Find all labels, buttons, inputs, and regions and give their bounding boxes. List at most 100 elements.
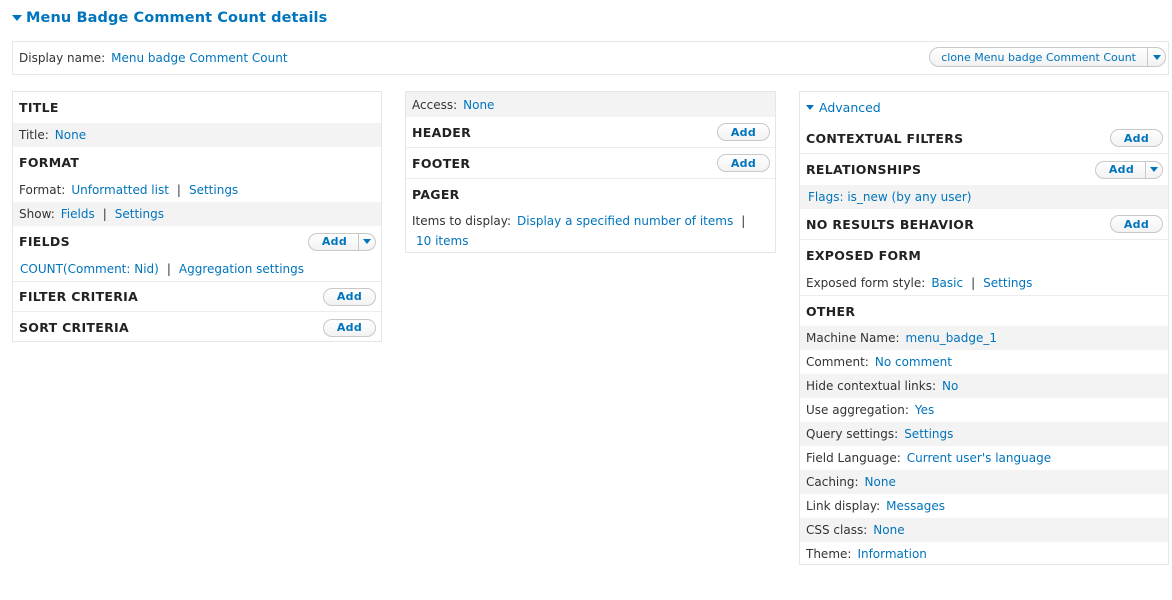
other-value-link[interactable]: menu_badge_1 [906, 331, 998, 345]
other-label: Comment: [806, 355, 869, 369]
details-heading[interactable]: Menu Badge Comment Count details [12, 10, 327, 26]
collapse-triangle-icon [12, 15, 22, 21]
contextual-filters-header: CONTEXTUAL FILTERS Add [800, 123, 1168, 154]
advanced-toggle[interactable]: Advanced [800, 92, 1168, 123]
exposed-form-value-link[interactable]: Basic [931, 276, 963, 290]
chevron-down-icon [1152, 54, 1161, 60]
collapse-triangle-icon [806, 105, 814, 110]
format-row: Format: Unformatted list | Settings [13, 178, 381, 202]
other-value-link[interactable]: No comment [875, 355, 952, 369]
title-section-header: TITLE [19, 100, 59, 115]
title-row: Title: None [13, 123, 381, 147]
relationship-item-link[interactable]: Flags: is_new (by any user) [808, 190, 971, 204]
exposed-form-settings-link[interactable]: Settings [983, 276, 1032, 290]
format-section-header: FORMAT [19, 155, 80, 170]
pager-count-row: 10 items [406, 232, 775, 250]
other-value-link[interactable]: Settings [904, 427, 953, 441]
other-label: Hide contextual links: [806, 379, 937, 393]
access-row: Access: None [406, 92, 775, 117]
contextual-add-button[interactable]: Add [1109, 129, 1163, 147]
other-label: Machine Name: [806, 331, 900, 345]
pager-label: Items to display: [412, 214, 512, 228]
show-value-link[interactable]: Fields [61, 207, 95, 221]
clone-dropdown-toggle[interactable] [1147, 48, 1165, 66]
pager-count-link[interactable]: 10 items [416, 234, 468, 248]
pager-value-link[interactable]: Display a specified number of items [517, 214, 733, 228]
display-name-link[interactable]: Menu badge Comment Count [111, 51, 287, 65]
fields-section-header: FIELDS Add [13, 226, 381, 257]
show-settings-link[interactable]: Settings [115, 207, 164, 221]
exposed-form-label: Exposed form style: [806, 276, 926, 290]
fields-add-label[interactable]: Add [309, 234, 358, 250]
other-label: Query settings: [806, 427, 899, 441]
other-label: Link display: [806, 499, 881, 513]
other-row: Theme: Information [800, 542, 1168, 566]
relationships-add-label[interactable]: Add [1096, 162, 1145, 178]
field-item-link[interactable]: COUNT(Comment: Nid) [20, 262, 159, 276]
exposed-form-row: Exposed form style: Basic | Settings [800, 271, 1168, 295]
separator: | [102, 207, 107, 221]
other-label: Caching: [806, 475, 859, 489]
other-row: Link display: Messages [800, 494, 1168, 518]
access-label: Access: [412, 97, 458, 112]
other-row: Caching: None [800, 470, 1168, 494]
other-row: Query settings: Settings [800, 422, 1168, 446]
show-row: Show: Fields | Settings [13, 202, 381, 226]
chevron-down-icon [363, 239, 371, 244]
relationship-item-row: Flags: is_new (by any user) [800, 185, 1168, 209]
clone-display-button-label[interactable]: clone Menu badge Comment Count [930, 48, 1147, 66]
advanced-label: Advanced [819, 100, 881, 115]
separator: | [741, 214, 746, 228]
display-name-label: Display name: [19, 51, 106, 65]
display-name-bar: Display name: Menu badge Comment Count c… [12, 41, 1169, 75]
left-column: TITLE Title: None FORMAT Format: Unforma… [12, 91, 382, 342]
fields-add-dropdown[interactable] [358, 233, 375, 250]
title-label: Title: [19, 128, 49, 142]
other-value-link[interactable]: No [942, 379, 958, 393]
show-label: Show: [19, 207, 55, 221]
other-value-link[interactable]: Messages [886, 499, 945, 513]
pager-section-header: PAGER [412, 187, 460, 202]
aggregation-settings-link[interactable]: Aggregation settings [179, 262, 304, 276]
fields-add-button[interactable]: Add [307, 232, 376, 251]
filter-criteria-header: FILTER CRITERIA Add [13, 281, 381, 312]
filter-add-button[interactable]: Add [322, 287, 376, 306]
details-heading-text: Menu Badge Comment Count details [26, 10, 328, 26]
no-results-add-button[interactable]: Add [1109, 215, 1163, 233]
access-value-link[interactable]: None [463, 98, 494, 112]
other-row: Field Language: Current user's language [800, 446, 1168, 470]
other-section-header: OTHER [800, 295, 1168, 326]
other-row: Use aggregation: Yes [800, 398, 1168, 422]
footer-add-button[interactable]: Add [716, 154, 770, 172]
other-value-link[interactable]: None [873, 523, 904, 537]
other-value-link[interactable]: Current user's language [907, 451, 1051, 465]
separator: | [971, 276, 976, 290]
other-value-link[interactable]: None [865, 475, 896, 489]
pager-row: Items to display: Display a specified nu… [406, 210, 775, 232]
relationships-add-button[interactable]: Add [1094, 160, 1163, 179]
header-add-button[interactable]: Add [716, 123, 770, 141]
other-row: Machine Name: menu_badge_1 [800, 326, 1168, 350]
sort-criteria-header: SORT CRITERIA Add [13, 312, 381, 343]
separator: | [176, 183, 181, 197]
format-value-link[interactable]: Unformatted list [71, 183, 169, 197]
other-value-link[interactable]: Information [857, 547, 926, 561]
title-value-link[interactable]: None [55, 128, 86, 142]
other-label: Theme: [806, 547, 852, 561]
format-settings-link[interactable]: Settings [189, 183, 238, 197]
footer-section-header: FOOTER Add [406, 148, 775, 179]
header-section-header: HEADER Add [406, 117, 775, 148]
exposed-form-header: EXPOSED FORM [806, 248, 922, 263]
relationships-add-dropdown[interactable] [1145, 161, 1162, 178]
clone-display-button[interactable]: clone Menu badge Comment Count [929, 47, 1166, 67]
field-item-row: COUNT(Comment: Nid) | Aggregation settin… [13, 257, 381, 281]
middle-column: Access: None HEADER Add FOOTER Add PAGER… [405, 91, 776, 253]
right-column: Advanced CONTEXTUAL FILTERS Add RELATION… [799, 91, 1169, 565]
no-results-header: NO RESULTS BEHAVIOR Add [800, 209, 1168, 240]
format-label: Format: [19, 183, 66, 197]
sort-add-button[interactable]: Add [322, 318, 376, 337]
chevron-down-icon [1150, 167, 1158, 172]
separator: | [166, 262, 171, 276]
other-value-link[interactable]: Yes [915, 403, 934, 417]
other-label: Field Language: [806, 451, 901, 465]
